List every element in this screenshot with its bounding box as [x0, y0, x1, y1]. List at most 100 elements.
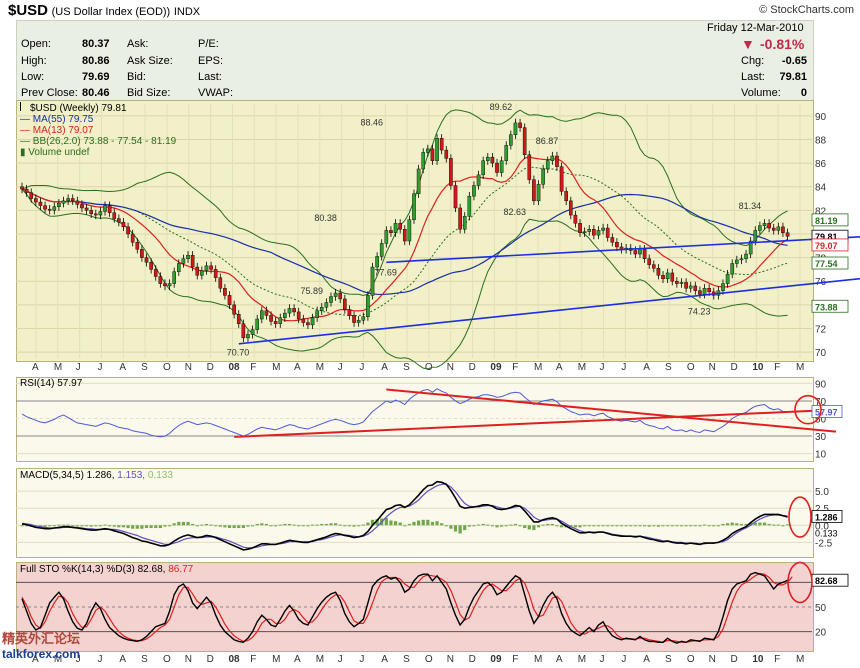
macd-histogram-bar	[246, 525, 250, 527]
candle-body	[652, 264, 656, 269]
candle-body	[753, 230, 758, 242]
macd-histogram-bar	[453, 525, 458, 532]
candle-body	[98, 211, 103, 216]
candle-body	[246, 334, 250, 339]
macd-histogram-bar	[523, 525, 527, 529]
candle-body	[213, 269, 218, 278]
sto-x-tick: D	[731, 654, 738, 665]
macd-histogram-bar	[94, 525, 98, 527]
candle-body	[200, 270, 204, 276]
price-x-tick: 08	[228, 362, 240, 373]
macd-histogram-bar	[527, 525, 531, 530]
candle-body	[195, 266, 200, 276]
candle-body	[333, 292, 338, 297]
price-x-tick: J	[97, 362, 102, 373]
candle-body	[702, 288, 707, 295]
macd-histogram-bar	[334, 523, 338, 526]
candle-body	[541, 168, 545, 185]
price-y-tick: 72	[815, 324, 827, 335]
candle-body	[725, 273, 730, 284]
macd-histogram-bar	[181, 521, 186, 526]
watermark-line2: talkforex.com	[2, 647, 81, 661]
macd-histogram-bar	[43, 525, 47, 527]
candle-body	[596, 230, 601, 236]
candle-body	[721, 283, 725, 291]
price-x-tick: 10	[752, 362, 764, 373]
candle-body	[218, 277, 223, 289]
candle-body	[250, 329, 255, 335]
macd-histogram-bar	[278, 524, 282, 526]
price-x-tick: M	[54, 362, 62, 373]
candle-body	[260, 310, 264, 320]
candle-body	[84, 207, 89, 211]
macd-histogram-bar	[513, 523, 518, 526]
macd-histogram-bar	[652, 525, 656, 527]
sto-x-tick: 08	[228, 654, 240, 665]
price-right-tag: 73.88	[815, 302, 838, 312]
candle-body	[582, 231, 587, 233]
macd-histogram-bar	[781, 525, 785, 527]
candle-body	[767, 223, 771, 229]
candle-body	[569, 200, 573, 216]
price-right-tag: 81.19	[815, 216, 838, 226]
macd-histogram-bar	[578, 525, 582, 528]
macd-histogram-bar	[320, 523, 324, 526]
macd-histogram-bar	[716, 525, 720, 527]
candle-body	[20, 186, 24, 190]
legend-ma55-text: MA(55) 79.75	[32, 114, 94, 125]
candle-body	[103, 205, 107, 212]
macd-histogram-bar	[306, 525, 310, 527]
candle-body	[499, 160, 504, 173]
macd-histogram-bar	[412, 521, 416, 526]
candle-body	[785, 232, 790, 237]
macd-histogram-bar	[310, 524, 315, 526]
macd-histogram-bar	[490, 525, 494, 527]
macd-histogram-bar	[500, 525, 504, 527]
macd-histogram-bar	[638, 525, 642, 527]
candle-body	[338, 292, 343, 300]
price-annotation: 80.38	[314, 213, 337, 223]
candle-body	[578, 223, 582, 233]
macd-histogram-bar	[135, 525, 139, 529]
macd-histogram-bar	[449, 525, 453, 529]
trendline-1	[238, 277, 860, 345]
macd-histogram-bar	[361, 524, 365, 526]
price-right-tag: 79.07	[815, 241, 838, 251]
sto-x-tick: J	[621, 654, 626, 665]
price-annotation: 89.62	[490, 102, 513, 112]
candle-body	[661, 275, 665, 280]
candle-body	[186, 255, 190, 259]
macd-histogram-bar	[615, 525, 619, 527]
macd-histogram-bar	[675, 525, 679, 527]
sto-x-tick: J	[359, 654, 364, 665]
macd-histogram-bar	[693, 525, 697, 527]
price-x-tick: A	[556, 362, 563, 373]
candle-body	[416, 168, 421, 194]
candle-body	[80, 204, 84, 209]
candle-body	[315, 310, 319, 319]
candle-body	[426, 148, 430, 153]
price-x-tick: J	[359, 362, 364, 373]
price-x-tick: S	[141, 362, 148, 373]
macd-histogram-bar	[495, 525, 499, 528]
candle-body	[301, 318, 306, 323]
sto-x-tick: A	[294, 654, 301, 665]
sto-x-tick: J	[600, 654, 605, 665]
price-annotation: 86.87	[536, 136, 559, 146]
sto-x-tick: S	[665, 654, 672, 665]
candle-body	[89, 210, 93, 215]
price-x-tick: J	[338, 362, 343, 373]
price-y-tick: 88	[815, 135, 827, 146]
candle-body	[670, 272, 675, 282]
macd-histogram-bar	[426, 519, 430, 526]
macd-histogram-bar	[71, 525, 75, 527]
sto-x-tick: M	[534, 654, 542, 665]
price-x-tick: J	[600, 362, 605, 373]
macd-histogram-bar	[154, 525, 158, 529]
macd-histogram-bar	[393, 521, 398, 526]
macd-histogram-bar	[463, 525, 467, 531]
legend-ma13: — MA(13) 79.07	[20, 125, 94, 136]
candle-body	[236, 314, 241, 324]
candle-body	[532, 179, 536, 202]
macd-histogram-bar	[509, 524, 513, 526]
